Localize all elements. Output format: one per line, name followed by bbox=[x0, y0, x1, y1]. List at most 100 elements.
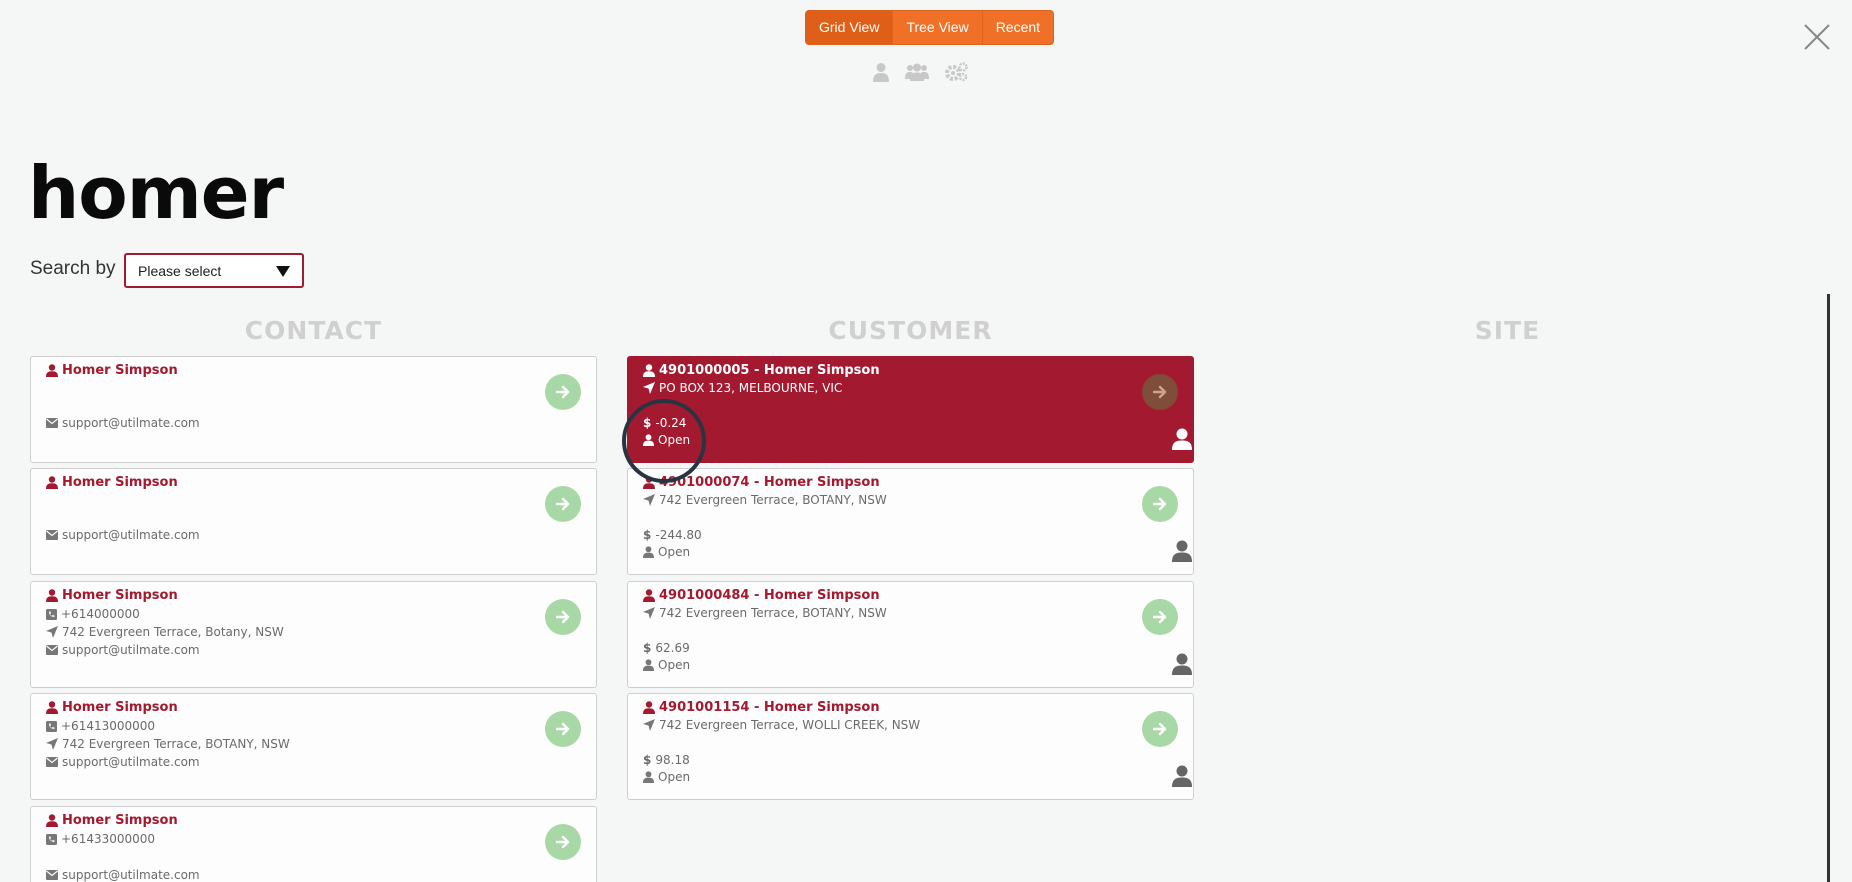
user-icon bbox=[643, 659, 654, 671]
user-icon bbox=[643, 589, 655, 602]
location-arrow-icon bbox=[46, 626, 58, 638]
contact-phone: +61413000000 bbox=[61, 719, 156, 733]
contact-name: Homer Simpson bbox=[62, 700, 178, 715]
location-arrow-icon bbox=[643, 494, 655, 506]
users-icon[interactable] bbox=[905, 63, 929, 81]
contact-name: Homer Simpson bbox=[62, 363, 178, 378]
customer-balance: -244.80 bbox=[655, 528, 702, 542]
customer-status: Open bbox=[658, 658, 691, 672]
phone-square-icon bbox=[46, 608, 57, 620]
arrow-right-icon bbox=[1153, 497, 1167, 511]
user-icon bbox=[1172, 428, 1192, 450]
contact-email: support@utilmate.com bbox=[62, 528, 200, 542]
user-icon bbox=[46, 814, 58, 827]
user-icon bbox=[1172, 653, 1192, 675]
type-filter-icons bbox=[872, 62, 968, 82]
contact-card[interactable]: Homer Simpson +61413000000 742 Evergreen… bbox=[30, 693, 597, 800]
page-title: homer bbox=[28, 151, 284, 235]
go-button[interactable] bbox=[1142, 374, 1178, 410]
user-icon bbox=[643, 476, 655, 489]
arrow-right-icon bbox=[556, 835, 570, 849]
go-button[interactable] bbox=[1142, 711, 1178, 747]
go-button[interactable] bbox=[1142, 599, 1178, 635]
contact-email: support@utilmate.com bbox=[62, 643, 200, 657]
close-icon[interactable] bbox=[1802, 22, 1832, 52]
contact-card[interactable]: Homer Simpson support@utilmate.com bbox=[30, 468, 597, 575]
contact-card[interactable]: Homer Simpson support@utilmate.com bbox=[30, 356, 597, 463]
phone-square-icon bbox=[46, 833, 57, 845]
contact-email: support@utilmate.com bbox=[62, 868, 200, 882]
user-icon bbox=[1172, 765, 1192, 787]
caret-down-icon bbox=[276, 266, 290, 277]
envelope-icon bbox=[46, 418, 58, 428]
user-icon bbox=[46, 701, 58, 714]
customer-title: 4901000005 - Homer Simpson bbox=[659, 363, 880, 378]
cogs-icon[interactable] bbox=[944, 62, 968, 82]
arrow-right-icon bbox=[1153, 722, 1167, 736]
customer-address: 742 Evergreen Terrace, WOLLI CREEK, NSW bbox=[659, 718, 921, 732]
go-button[interactable] bbox=[545, 824, 581, 860]
customer-balance: -0.24 bbox=[655, 416, 687, 430]
tree-view-button[interactable]: Tree View bbox=[892, 11, 981, 44]
dollar-icon: $ bbox=[643, 416, 652, 430]
customer-address: 742 Evergreen Terrace, BOTANY, NSW bbox=[659, 493, 887, 507]
user-icon bbox=[46, 589, 58, 602]
user-icon bbox=[1172, 540, 1192, 562]
contact-phone: +614000000 bbox=[61, 607, 140, 621]
customer-card[interactable]: 4901000484 - Homer Simpson 742 Evergreen… bbox=[627, 581, 1194, 688]
dollar-icon: $ bbox=[643, 753, 652, 767]
user-icon[interactable] bbox=[872, 62, 890, 82]
customer-card[interactable]: 4901000005 - Homer Simpson PO BOX 123, M… bbox=[627, 356, 1194, 463]
go-button[interactable] bbox=[545, 711, 581, 747]
location-arrow-icon bbox=[643, 382, 655, 394]
recent-button[interactable]: Recent bbox=[981, 11, 1053, 44]
go-button[interactable] bbox=[545, 374, 581, 410]
go-button[interactable] bbox=[545, 486, 581, 522]
customer-status: Open bbox=[658, 545, 691, 559]
customer-balance: 62.69 bbox=[655, 641, 690, 655]
envelope-icon bbox=[46, 757, 58, 767]
contact-heading: CONTACT bbox=[244, 316, 383, 345]
view-toggle: Grid View Tree View Recent bbox=[805, 10, 1055, 45]
customer-address: PO BOX 123, MELBOURNE, VIC bbox=[659, 381, 843, 395]
contact-card[interactable]: Homer Simpson +61433000000 support@utilm… bbox=[30, 806, 597, 882]
customer-address: 742 Evergreen Terrace, BOTANY, NSW bbox=[659, 606, 887, 620]
envelope-icon bbox=[46, 645, 58, 655]
envelope-icon bbox=[46, 530, 58, 540]
go-button[interactable] bbox=[545, 599, 581, 635]
customer-title: 4901001154 - Homer Simpson bbox=[659, 700, 880, 715]
search-by-label: Search by bbox=[30, 258, 116, 279]
select-value: Please select bbox=[138, 263, 222, 279]
arrow-right-icon bbox=[556, 610, 570, 624]
user-icon bbox=[643, 364, 655, 377]
customer-card[interactable]: 4901000074 - Homer Simpson 742 Evergreen… bbox=[627, 468, 1194, 575]
user-icon bbox=[643, 701, 655, 714]
contact-email: support@utilmate.com bbox=[62, 755, 200, 769]
location-arrow-icon bbox=[643, 607, 655, 619]
location-arrow-icon bbox=[643, 719, 655, 731]
arrow-right-icon bbox=[556, 385, 570, 399]
customer-heading: CUSTOMER bbox=[828, 316, 993, 345]
grid-view-button[interactable]: Grid View bbox=[806, 11, 893, 44]
arrow-right-icon bbox=[1153, 610, 1167, 624]
envelope-icon bbox=[46, 870, 58, 880]
user-icon bbox=[643, 434, 654, 446]
contact-name: Homer Simpson bbox=[62, 588, 178, 603]
customer-card[interactable]: 4901001154 - Homer Simpson 742 Evergreen… bbox=[627, 693, 1194, 800]
arrow-right-icon bbox=[556, 497, 570, 511]
arrow-right-icon bbox=[1153, 385, 1167, 399]
customer-title: 4901000074 - Homer Simpson bbox=[659, 475, 880, 490]
customer-status: Open bbox=[658, 770, 691, 784]
scrollbar[interactable] bbox=[1827, 294, 1830, 882]
contact-card[interactable]: Homer Simpson +614000000 742 Evergreen T… bbox=[30, 581, 597, 688]
dollar-icon: $ bbox=[643, 641, 652, 655]
customer-title: 4901000484 - Homer Simpson bbox=[659, 588, 880, 603]
user-icon bbox=[643, 771, 654, 783]
contact-phone: +61433000000 bbox=[61, 832, 156, 846]
arrow-right-icon bbox=[556, 722, 570, 736]
go-button[interactable] bbox=[1142, 486, 1178, 522]
phone-square-icon bbox=[46, 720, 57, 732]
contact-name: Homer Simpson bbox=[62, 813, 178, 828]
search-by-select[interactable]: Please select bbox=[124, 253, 304, 288]
dollar-icon: $ bbox=[643, 528, 652, 542]
